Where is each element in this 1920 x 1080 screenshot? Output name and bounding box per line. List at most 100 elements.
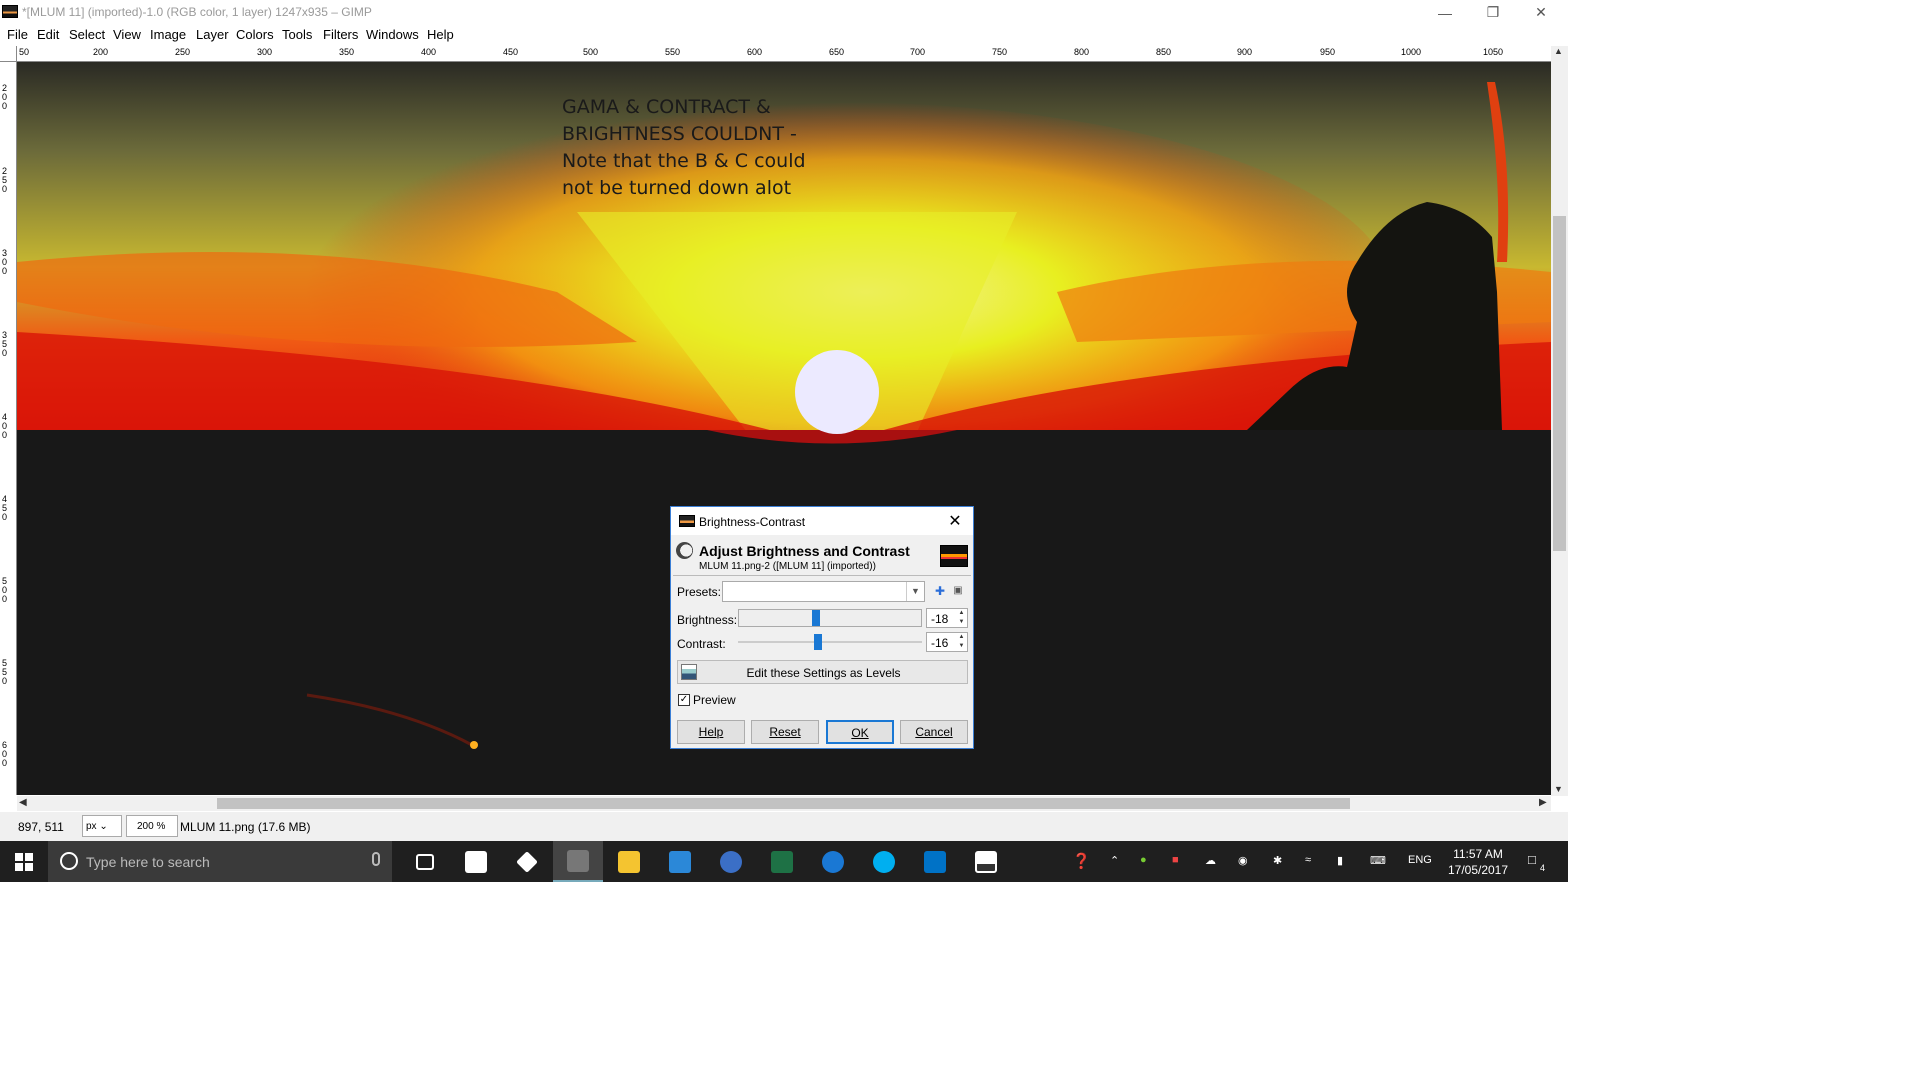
microphone-icon[interactable] — [372, 852, 380, 866]
ok-button[interactable]: OK — [826, 720, 894, 744]
gimp-image-icon — [679, 515, 695, 527]
spin-down-icon[interactable]: ▼ — [957, 642, 966, 651]
pointer-coordinates: 897, 511 — [18, 820, 64, 834]
outlook-icon[interactable] — [910, 841, 960, 882]
google-earth-icon[interactable] — [706, 841, 756, 882]
photos-icon[interactable] — [961, 841, 1011, 882]
scroll-right-icon[interactable]: ▶ — [1539, 797, 1547, 808]
security-icon[interactable]: ● — [1140, 854, 1147, 866]
ruler-label: 400 — [2, 412, 8, 440]
contrast-spinbox[interactable]: -16 ▲ ▼ — [926, 632, 968, 652]
vertical-scrollbar[interactable]: ▲ ▼ — [1551, 46, 1568, 796]
contrast-slider[interactable] — [738, 633, 922, 651]
action-center-icon[interactable]: □ — [1528, 852, 1536, 867]
menu-edit[interactable]: Edit — [37, 27, 59, 42]
dialog-close-button[interactable]: ✕ — [943, 511, 967, 531]
menu-image[interactable]: Image — [150, 27, 186, 42]
clock-date: 17/05/2017 — [1447, 863, 1509, 877]
tray-app-icon[interactable]: ◉ — [1238, 854, 1248, 867]
close-window-button[interactable]: ✕ — [1518, 0, 1564, 25]
ruler-label: 550 — [2, 658, 8, 686]
taskbar-search[interactable]: Type here to search — [48, 841, 392, 882]
onedrive-icon[interactable]: ☁ — [1205, 854, 1216, 867]
reset-button[interactable]: Reset — [751, 720, 819, 744]
menu-file[interactable]: File — [7, 27, 28, 42]
menu-colors[interactable]: Colors — [236, 27, 274, 42]
task-view-icon[interactable] — [400, 841, 450, 882]
spin-up-icon[interactable]: ▲ — [957, 609, 966, 618]
edge-icon[interactable] — [808, 841, 858, 882]
help-button[interactable]: Help — [677, 720, 745, 744]
chevron-down-icon[interactable]: ▼ — [906, 582, 924, 601]
ruler-label: 600 — [747, 47, 763, 57]
start-button[interactable] — [0, 841, 48, 882]
excel-icon[interactable] — [757, 841, 807, 882]
app-s-icon[interactable]: ■ — [1172, 854, 1179, 866]
cancel-button[interactable]: Cancel — [900, 720, 968, 744]
clock-time: 11:57 AM — [1453, 847, 1503, 861]
brightness-spinbox[interactable]: -18 ▲ ▼ — [926, 608, 968, 628]
spin-up-icon[interactable]: ▲ — [957, 633, 966, 642]
menu-view[interactable]: View — [113, 27, 141, 42]
edit-as-levels-button[interactable]: Edit these Settings as Levels — [677, 660, 968, 684]
spin-down-icon[interactable]: ▼ — [957, 618, 966, 627]
keyboard-icon[interactable]: ⌨ — [1370, 854, 1386, 867]
menu-select[interactable]: Select — [69, 27, 105, 42]
ruler-label: 450 — [503, 47, 519, 57]
dropbox-icon[interactable] — [502, 841, 552, 882]
scroll-up-icon[interactable]: ▲ — [1554, 46, 1563, 56]
add-preset-icon[interactable]: ✚ — [934, 585, 946, 597]
horizontal-scroll-thumb[interactable] — [217, 798, 1350, 809]
scroll-left-icon[interactable]: ◀ — [19, 797, 27, 808]
menu-tools[interactable]: Tools — [282, 27, 312, 42]
scroll-down-icon[interactable]: ▼ — [1554, 784, 1563, 794]
horizontal-ruler[interactable]: 50 200 250 300 350 400 450 500 550 600 6… — [17, 46, 1551, 62]
clock[interactable]: 11:57 AM 17/05/2017 — [1438, 846, 1518, 878]
dialog-subheading: MLUM 11.png-2 ([MLUM 11] (imported)) — [699, 561, 876, 572]
bluetooth-icon[interactable]: ✱ — [1273, 854, 1282, 867]
ruler-label: 350 — [339, 47, 355, 57]
menu-filters[interactable]: Filters — [323, 27, 358, 42]
store-icon[interactable] — [451, 841, 501, 882]
minimize-button[interactable]: — — [1422, 0, 1468, 25]
menu-layer[interactable]: Layer — [196, 27, 229, 42]
sway-icon[interactable] — [655, 841, 705, 882]
battery-icon[interactable]: ▮ — [1337, 854, 1343, 867]
vertical-scroll-thumb[interactable] — [1553, 216, 1566, 551]
zoom-selector[interactable]: 200 % — [126, 815, 178, 837]
help-icon[interactable]: ❓ — [1072, 852, 1091, 870]
note-line: not be turned down alot — [562, 177, 792, 199]
horizontal-scrollbar[interactable]: ◀ ▶ — [17, 796, 1551, 811]
ruler-corner[interactable] — [0, 46, 17, 62]
chevron-up-icon[interactable]: ⌃ — [1110, 854, 1119, 867]
contrast-handle[interactable] — [813, 634, 822, 650]
menu-bar: File Edit Select View Image Layer Colors… — [0, 25, 1568, 45]
brightness-handle[interactable] — [811, 610, 820, 626]
menu-help[interactable]: Help — [427, 27, 454, 42]
ruler-label: 250 — [175, 47, 191, 57]
levels-button-label: Edit these Settings as Levels — [746, 666, 901, 680]
language-indicator[interactable]: ENG — [1408, 854, 1432, 866]
brightness-slider[interactable] — [738, 609, 922, 627]
presets-label: Presets: — [677, 585, 722, 599]
presets-combobox[interactable]: ▼ — [722, 581, 925, 602]
ruler-label: 900 — [1237, 47, 1253, 57]
menu-windows[interactable]: Windows — [366, 27, 419, 42]
skype-icon[interactable] — [859, 841, 909, 882]
gimp-taskbar-icon[interactable] — [553, 841, 603, 882]
ruler-label: 500 — [2, 576, 8, 604]
unit-selector[interactable]: px ⌄ — [82, 815, 122, 837]
preview-checkbox[interactable]: ✓ — [678, 694, 690, 706]
dialog-titlebar[interactable]: Brightness-Contrast ✕ — [671, 507, 973, 535]
file-explorer-icon[interactable] — [604, 841, 654, 882]
ruler-label: 250 — [2, 166, 8, 194]
contrast-track — [738, 641, 922, 643]
vertical-ruler[interactable]: 200 250 300 350 400 450 500 550 600 — [0, 62, 17, 795]
wifi-icon[interactable]: ≈ — [1305, 854, 1311, 866]
contrast-value: -16 — [931, 636, 949, 650]
preview-label[interactable]: Preview — [693, 693, 736, 707]
windows-taskbar: Type here to search ❓ ⌃ ● ■ ☁ ◉ ✱ ≈ ▮ ⌨ … — [0, 841, 1568, 882]
preset-menu-icon[interactable]: ▣ — [952, 585, 964, 597]
restore-button[interactable]: ❐ — [1470, 0, 1516, 25]
ruler-label: 400 — [421, 47, 437, 57]
